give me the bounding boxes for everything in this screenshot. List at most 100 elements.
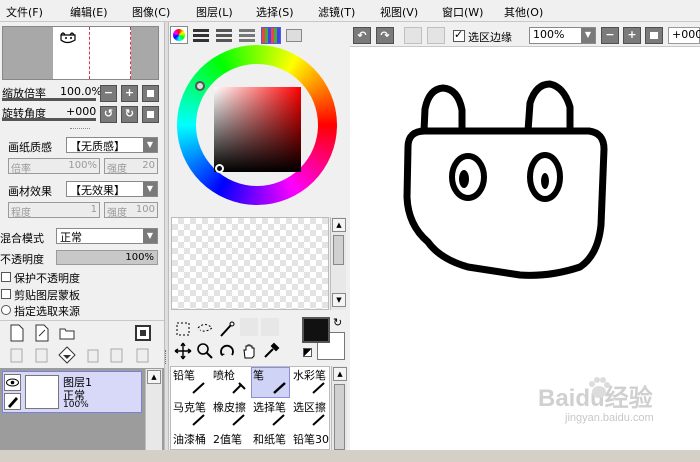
scratchpad-scrollbar[interactable]: ▲ ▼ [330,217,346,310]
panel-splitter[interactable] [70,128,90,130]
saturation-value-box[interactable] [214,87,301,172]
canvas-zoom-dropdown[interactable]: 100% ▼ [529,27,596,44]
layer-row[interactable]: 图层1 正常 100% [2,371,142,413]
magic-wand-icon[interactable] [218,320,236,338]
canvas-zoom-in-button[interactable]: + [623,27,641,44]
merge-down-icon[interactable] [108,346,126,364]
layer-scrollbar[interactable]: ▲ [145,369,162,450]
tool-binary-pen[interactable]: 2值笔 [211,431,250,462]
menu-file[interactable]: 文件(F) [6,4,43,20]
opacity-slider[interactable]: 100% [56,250,158,265]
menu-layer[interactable]: 图层(L) [196,4,233,20]
menu-image[interactable]: 图像(C) [132,4,170,20]
invert-selection-button[interactable] [427,27,445,44]
canvas-zoom-reset-button[interactable] [645,27,663,44]
lock-pen-icon[interactable] [4,393,21,410]
paper-texture-dropdown[interactable]: 【无质感】 ▼ [66,137,158,153]
tool-brush[interactable]: 笔 [251,367,290,398]
menu-view[interactable]: 视图(V) [380,4,418,20]
tool-pencil30[interactable]: 铅笔30 [291,431,330,462]
show-selection-checkbox[interactable]: ✓ [453,28,465,42]
rect-select-icon[interactable] [174,320,192,338]
tool-select-pen[interactable]: 选择笔 [251,399,290,430]
menu-select[interactable]: 选择(S) [256,4,294,20]
paper-effect-dropdown[interactable]: 【无效果】 ▼ [66,181,158,197]
default-colors-icon[interactable] [303,348,312,357]
protect-opacity-checkbox[interactable] [1,272,11,282]
copy-layer-icon[interactable] [8,346,26,364]
navigator-preview[interactable] [2,26,159,80]
rotate-tool-icon[interactable] [218,342,236,360]
tool-watercolor[interactable]: 水彩笔 [291,367,330,398]
tool-bucket[interactable]: 油漆桶 [171,431,210,462]
effect-degree-field[interactable]: 程度 1 [8,202,100,219]
scroll-thumb[interactable] [334,384,345,450]
selection-source-radio[interactable] [1,305,11,315]
layer-mask-icon[interactable] [134,324,152,342]
menu-window[interactable]: 窗口(W) [442,4,483,20]
blend-mode-dropdown[interactable]: 正常 ▼ [56,228,158,244]
color-mixer-tab[interactable] [239,29,255,42]
rotate-slider[interactable] [2,118,96,121]
redo-button[interactable]: ↷ [376,27,394,44]
tool-eraser[interactable]: 橡皮擦 [211,399,250,430]
new-layer-icon[interactable] [8,324,26,342]
deselect-button[interactable] [404,27,422,44]
scroll-thumb[interactable] [333,235,344,265]
scratchpad-tab[interactable] [286,29,302,42]
scroll-down-icon[interactable]: ▼ [332,293,346,307]
move-icon[interactable] [174,342,192,360]
texture-strength-field[interactable]: 强度 20 [104,158,158,175]
menu-edit[interactable]: 编辑(E) [70,4,108,20]
visibility-eye-icon[interactable] [4,374,21,391]
new-layer-set-icon[interactable] [33,324,51,342]
hand-icon[interactable] [240,342,258,360]
tool-select-eraser[interactable]: 选区擦 [291,399,330,430]
canvas-rotate-field[interactable]: +000 [668,27,700,44]
tool-pencil[interactable]: 铅笔 [171,367,210,398]
paper-effect-value: 【无效果】 [70,184,125,197]
navigator-viewport[interactable] [89,27,131,79]
rotate-value[interactable]: +000 [66,105,96,118]
color-scratchpad[interactable] [171,217,329,310]
tool-washi-pen[interactable]: 和纸笔 [251,431,290,462]
trash-icon[interactable] [84,346,102,364]
rotate-cw-button[interactable]: ↻ [121,106,138,123]
merge-all-icon[interactable] [134,346,152,364]
hsv-sliders-tab[interactable] [216,29,232,42]
texture-scale-field[interactable]: 倍率 100% [8,158,100,175]
clear-layer-icon[interactable] [58,346,76,364]
color-wheel-tab[interactable] [170,26,188,44]
canvas-zoom-out-button[interactable]: − [601,27,619,44]
effect-strength-field[interactable]: 强度 100 [104,202,158,219]
zoom-value[interactable]: 100.0% [60,85,102,98]
undo-button[interactable]: ↶ [353,27,371,44]
zoom-reset-button[interactable] [142,85,159,102]
scroll-up-icon[interactable]: ▲ [333,367,347,381]
menu-other[interactable]: 其他(O) [504,4,543,20]
rotate-reset-button[interactable] [142,106,159,123]
eyedropper-icon[interactable] [262,342,280,360]
folder-icon[interactable] [58,324,76,342]
clipping-checkbox[interactable] [1,289,11,299]
hue-handle[interactable] [195,81,205,91]
swap-colors-icon[interactable]: ↻ [333,316,342,329]
zoom-out-button[interactable]: − [100,85,117,102]
lasso-icon[interactable] [196,320,214,338]
tool-airbrush[interactable]: 喷枪 [211,367,250,398]
divider-grip[interactable] [165,350,168,364]
tool-marker[interactable]: 马克笔 [171,399,210,430]
tool-grid-scrollbar[interactable]: ▲ [331,366,347,450]
scroll-up-icon[interactable]: ▲ [332,218,346,232]
scroll-up-icon[interactable]: ▲ [147,370,161,384]
sv-handle[interactable] [215,164,224,173]
zoom-in-button[interactable]: + [121,85,138,102]
swatches-tab[interactable] [261,27,281,44]
zoom-slider[interactable] [2,98,96,101]
rotate-ccw-button[interactable]: ↺ [100,106,117,123]
rgb-sliders-tab[interactable] [193,29,209,42]
zoom-tool-icon[interactable] [196,342,214,360]
transfer-down-icon[interactable] [33,346,51,364]
menu-filter[interactable]: 滤镜(T) [318,4,355,20]
foreground-color-swatch[interactable] [302,317,330,343]
